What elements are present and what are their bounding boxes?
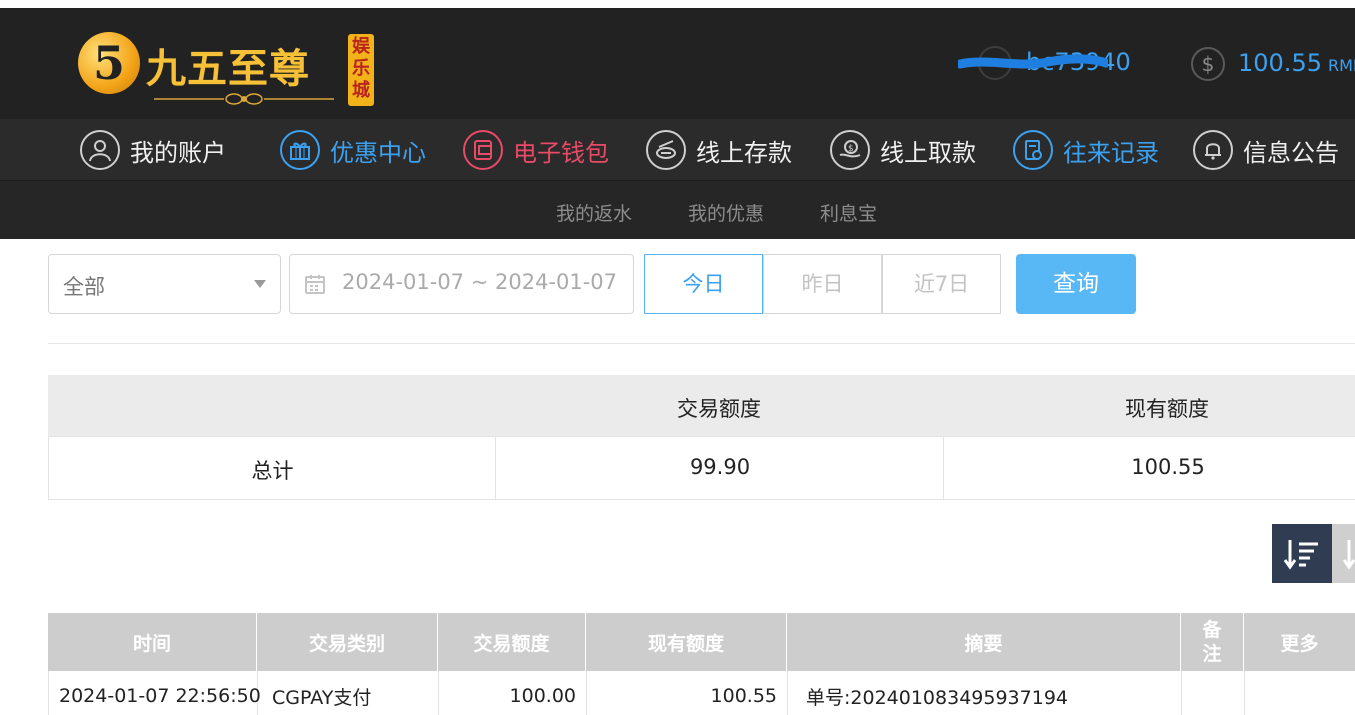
sort-desc-icon	[1283, 539, 1318, 570]
nav-item-withdraw[interactable]: $ 线上取款	[830, 129, 976, 171]
col-header-type[interactable]: 交易类别	[257, 613, 438, 671]
summary-header-balance: 现有额度	[1125, 397, 1209, 421]
cell-remarks	[1182, 671, 1245, 715]
date-range-input[interactable]: 2024-01-07 ~ 2024-01-07	[289, 254, 634, 314]
logo-badge: 娱乐城	[348, 34, 374, 106]
site-logo[interactable]: 5 九五至尊 娱乐城	[78, 28, 378, 110]
cell-balance: 100.55	[587, 671, 788, 715]
col-header-balance[interactable]: 现有额度	[586, 613, 787, 671]
subnav-item-interest[interactable]: 利息宝	[820, 199, 877, 226]
records-header: 时间 交易类别 交易额度 现有额度 摘要 备注 更多	[48, 613, 1355, 671]
col-header-amount[interactable]: 交易额度	[438, 613, 586, 671]
col-header-time[interactable]: 时间	[48, 613, 257, 671]
sort-asc-button[interactable]	[1332, 524, 1355, 583]
col-header-more[interactable]: 更多	[1244, 613, 1355, 671]
user-icon	[80, 130, 120, 170]
nav-item-deposit[interactable]: 线上存款	[646, 129, 792, 171]
summary-total-balance: 100.55	[1131, 455, 1205, 479]
cell-time: 2024-01-07 22:56:50	[49, 671, 261, 715]
table-row[interactable]: 2024-01-07 22:56:50 CGPAY支付 100.00 100.5…	[48, 671, 1355, 715]
records-icon	[1013, 130, 1053, 170]
cell-summary: 单号:202401083495937194	[788, 671, 1182, 715]
balance[interactable]: 100.55 RMB	[1238, 49, 1355, 77]
caret-down-icon	[254, 280, 266, 288]
nav-label: 线上取款	[880, 138, 976, 167]
svg-text:$: $	[848, 144, 854, 154]
logo-mark: 5	[92, 36, 125, 90]
nav-label: 信息公告	[1243, 138, 1339, 167]
col-header-summary[interactable]: 摘要	[787, 613, 1181, 671]
type-select[interactable]: 全部	[48, 254, 281, 314]
subnav-item-rebate[interactable]: 我的返水	[556, 199, 632, 226]
calendar-icon	[305, 275, 325, 294]
nav-item-account[interactable]: 我的账户	[80, 129, 226, 171]
balance-currency: RMB	[1327, 56, 1355, 75]
withdraw-icon: $	[830, 130, 870, 170]
type-select-value: 全部	[63, 275, 105, 299]
subnav-item-my-promotions[interactable]: 我的优惠	[688, 199, 764, 226]
nav-item-records[interactable]: 往来记录	[1013, 129, 1159, 171]
summary-header: 交易额度 现有额度	[48, 375, 1355, 436]
deposit-icon	[646, 130, 686, 170]
top-strip	[0, 0, 1355, 8]
cell-more[interactable]	[1245, 671, 1355, 715]
col-header-remarks[interactable]: 备注	[1181, 613, 1244, 671]
gift-icon	[280, 130, 320, 170]
nav-label: 线上存款	[696, 138, 792, 167]
header: 5 九五至尊 娱乐城 bc73940	[0, 8, 1355, 119]
logo-badge-text: 娱乐城	[352, 36, 370, 101]
nav-item-announcements[interactable]: 信息公告	[1193, 129, 1339, 171]
summary-total-label: 总计	[251, 459, 294, 483]
quick-today-button[interactable]: 今日	[644, 254, 763, 314]
nav-label: 我的账户	[130, 138, 226, 167]
cell-type: CGPAY支付	[258, 671, 439, 715]
divider	[48, 343, 1355, 344]
quick-yesterday-button[interactable]: 昨日	[763, 254, 882, 314]
nav-label: 优惠中心	[330, 138, 426, 167]
quick-7days-button[interactable]: 近7日	[882, 254, 1001, 314]
logo-flourish	[154, 93, 334, 105]
query-button[interactable]: 查询	[1016, 254, 1136, 314]
nav-label: 往来记录	[1063, 138, 1159, 167]
nav-label: 电子钱包	[513, 138, 609, 167]
cell-amount: 100.00	[439, 671, 587, 715]
sort-desc-button[interactable]	[1272, 524, 1332, 583]
summary-total-amount: 99.90	[689, 455, 751, 479]
summary-row: 总计 99.90 100.55	[48, 436, 1355, 500]
logo-text: 九五至尊	[146, 45, 310, 92]
nav-item-wallet[interactable]: 电子钱包	[463, 129, 609, 171]
sub-nav: 我的返水 我的优惠 利息宝	[0, 181, 1355, 239]
date-range-value: 2024-01-07 ~ 2024-01-07	[342, 270, 618, 294]
main-nav: 我的账户 优惠中心 电子钱包 线上存款 $ 线上取款 往来记录 信息公告	[0, 119, 1355, 181]
summary-header-amount: 交易额度	[677, 397, 761, 421]
nav-item-promotions[interactable]: 优惠中心	[280, 129, 426, 171]
dollar-icon: $	[1191, 47, 1225, 81]
arrow-down-icon	[1342, 539, 1355, 570]
balance-amount: 100.55	[1238, 49, 1322, 77]
bell-icon	[1193, 130, 1233, 170]
redaction-scribble	[958, 54, 1108, 69]
wallet-icon	[463, 130, 503, 170]
page: 5 九五至尊 娱乐城 bc73940 $ 100.55 RMB	[0, 0, 1355, 715]
